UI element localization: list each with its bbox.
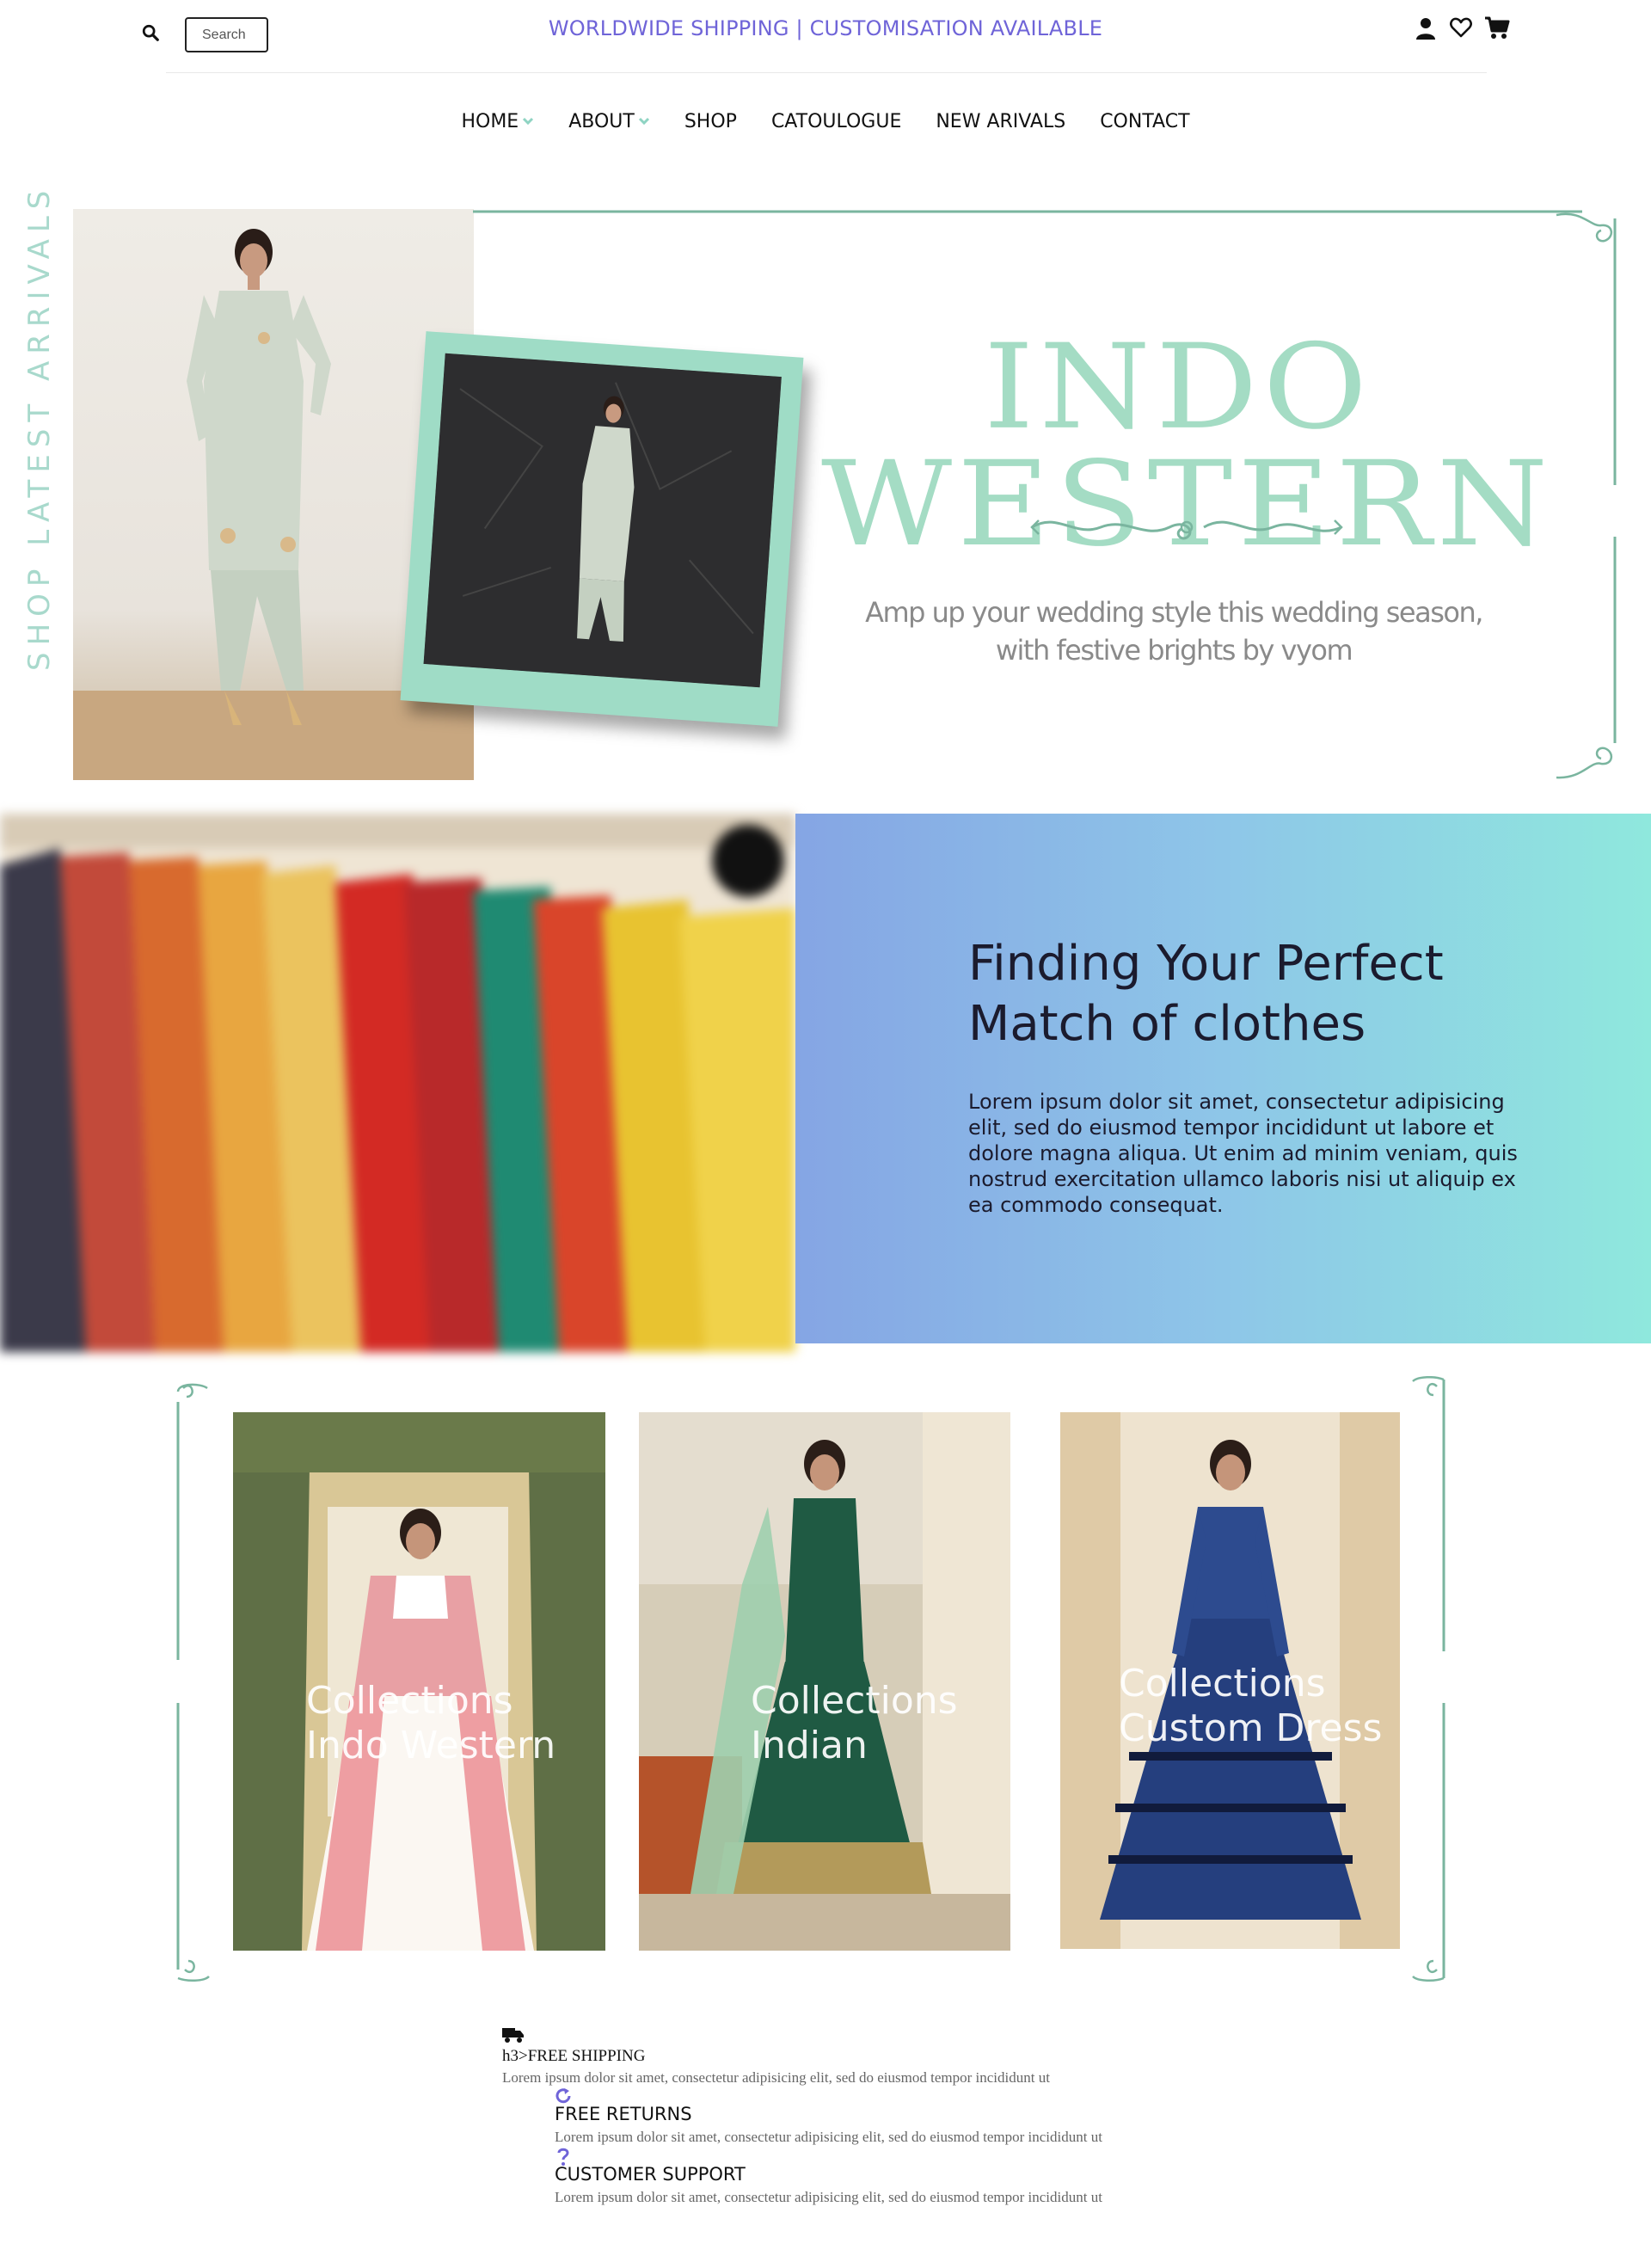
nav-item-contact[interactable]: CONTACT xyxy=(1100,108,1189,134)
hero-tagline-line: with festive brights by vyom xyxy=(995,634,1353,667)
collection-label-line: Collections xyxy=(306,1679,513,1723)
nav-label: NEW ARIVALS xyxy=(936,110,1066,132)
collection-label-line: Indian xyxy=(751,1724,868,1767)
heart-icon[interactable] xyxy=(1450,17,1472,38)
nav-label: HOME xyxy=(461,110,519,132)
nav-label: CONTACT xyxy=(1100,110,1190,132)
collection-card-indo-western[interactable]: Collections Indo Western xyxy=(233,1412,605,1951)
collection-card-indian[interactable]: Collections Indian xyxy=(639,1412,1010,1951)
chevron-down-icon xyxy=(638,117,649,126)
feature-support-text: Lorem ipsum dolor sit amet, consectetur … xyxy=(555,2189,1102,2205)
nav-item-about[interactable]: ABOUT xyxy=(568,108,650,134)
about-band: Finding Your Perfect Match of clothes Lo… xyxy=(0,814,1651,1352)
feature-support-title: CUSTOMER SUPPORT xyxy=(555,2164,746,2185)
flourish-ornament xyxy=(1030,519,1343,540)
hero-polaroid-photo xyxy=(400,331,804,727)
about-paragraph: Lorem ipsum dolor sit amet, consectetur … xyxy=(968,1090,1518,1217)
collection-label-line: Indo Western xyxy=(306,1724,556,1767)
collection-label-line: Custom Dress xyxy=(1119,1706,1383,1750)
user-icon[interactable] xyxy=(1415,17,1436,40)
truck-icon xyxy=(502,2028,524,2043)
clothes-rack-photo xyxy=(0,814,795,1352)
nav-item-new-arrivals[interactable]: NEW ARIVALS xyxy=(936,108,1065,134)
features-section: h3>FREE SHIPPING Lorem ipsum dolor sit a… xyxy=(0,2021,1651,2219)
nav-label: CATOULOGUE xyxy=(770,110,902,132)
top-divider xyxy=(166,72,1487,73)
collections-section: Collections Indo Western Collections Ind… xyxy=(0,1376,1651,1987)
about-gradient-panel xyxy=(795,814,1651,1343)
feature-shipping-text: Lorem ipsum dolor sit amet, consectetur … xyxy=(502,2069,1050,2086)
about-heading-line: Match of clothes xyxy=(968,996,1366,1052)
hero-tagline-line: Amp up your wedding style this wedding s… xyxy=(865,596,1483,629)
collection-card-label: Collections Indo Western xyxy=(306,1679,555,1768)
hero-vertical-text: SHOP LATEST ARRIVALS xyxy=(22,183,57,671)
nav-item-shop[interactable]: SHOP xyxy=(684,108,737,134)
refresh-icon xyxy=(555,2088,571,2104)
hero-tagline: Amp up your wedding style this wedding s… xyxy=(847,593,1501,669)
promo-banner: WORLDWIDE SHIPPING | CUSTOMISATION AVAIL… xyxy=(548,16,1103,40)
feature-shipping-title: h3>FREE SHIPPING xyxy=(502,2047,646,2065)
nav-label: ABOUT xyxy=(568,110,635,132)
chevron-down-icon xyxy=(523,117,534,126)
main-nav: HOME ABOUT SHOP CATOULOGUE NEW ARIVALS C… xyxy=(0,108,1651,134)
cart-icon[interactable] xyxy=(1484,15,1510,40)
feature-returns-title: FREE RETURNS xyxy=(555,2104,692,2124)
collection-card-label: Collections Custom Dress xyxy=(1119,1662,1382,1751)
collection-card-custom-dress[interactable]: Collections Custom Dress xyxy=(1060,1412,1400,1949)
about-heading-line: Finding Your Perfect xyxy=(968,936,1444,992)
nav-label: SHOP xyxy=(684,110,737,132)
nav-item-home[interactable]: HOME xyxy=(461,108,534,134)
feature-returns-text: Lorem ipsum dolor sit amet, consectetur … xyxy=(555,2129,1102,2145)
top-bar: WORLDWIDE SHIPPING | CUSTOMISATION AVAIL… xyxy=(0,0,1651,74)
collection-card-label: Collections Indian xyxy=(751,1679,958,1768)
about-heading: Finding Your Perfect Match of clothes xyxy=(968,934,1570,1054)
nav-item-catalogue[interactable]: CATOULOGUE xyxy=(771,108,901,134)
collection-label-line: Collections xyxy=(1119,1662,1326,1706)
question-icon xyxy=(557,2148,569,2166)
collection-label-line: Collections xyxy=(751,1679,958,1723)
